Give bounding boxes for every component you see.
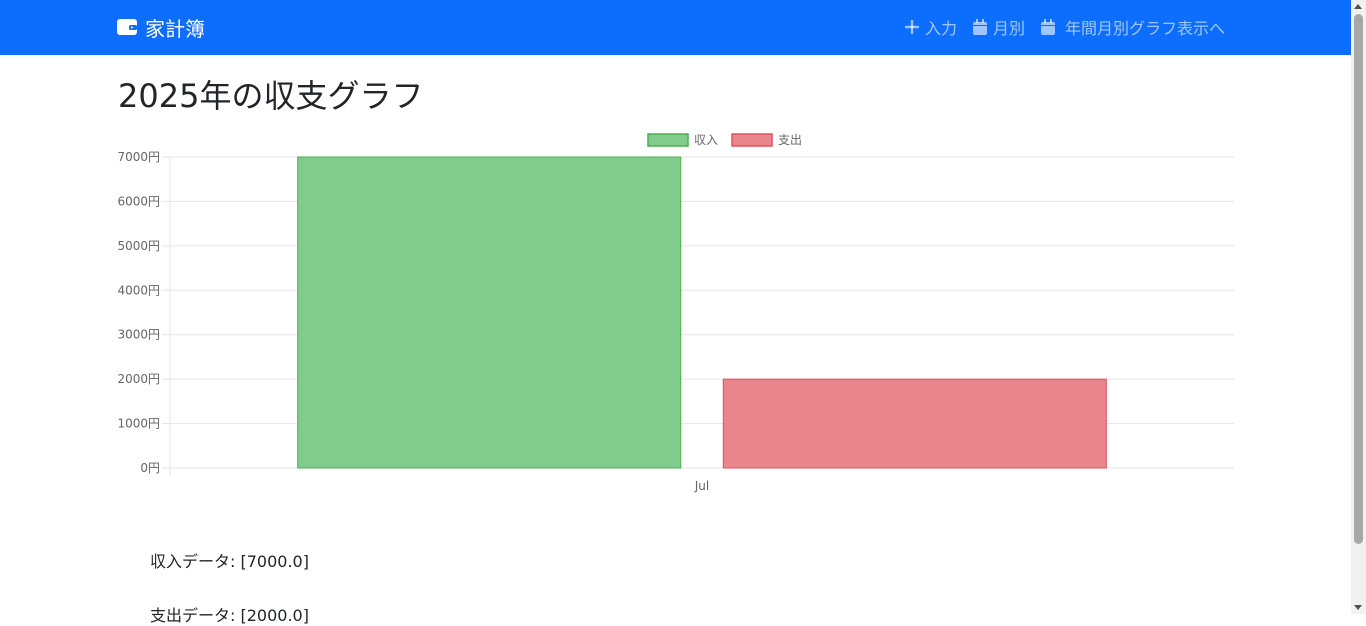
wallet-icon [117, 19, 137, 35]
y-tick-label: 2000円 [117, 372, 160, 386]
nav-monthly-link[interactable]: 月別 [972, 15, 1025, 39]
nav-input-label: 入力 [924, 19, 957, 38]
y-tick-label: 0円 [140, 461, 160, 475]
expense-data-text: 支出データ: [2000.0] [150, 606, 309, 625]
y-tick-label: 6000円 [117, 194, 160, 208]
y-tick-label: 7000円 [117, 150, 160, 164]
legend-swatch [647, 133, 689, 147]
nav-menu: 入力 月別 年間月別グラフ表示へ [904, 15, 1225, 39]
income-data-text: 収入データ: [7000.0] [150, 552, 309, 571]
nav-yearly-graph-label: 年間月別グラフ表示へ [1064, 19, 1225, 38]
page-title: 2025年の収支グラフ [118, 77, 424, 115]
navbar: 家計簿 入力 月別 年間月別グラフ表示へ [0, 0, 1351, 55]
scroll-up-arrow-icon[interactable] [1354, 4, 1362, 9]
legend-label: 収入 [694, 133, 718, 147]
calendar-icon [972, 19, 987, 35]
brand-link[interactable]: 家計簿 [117, 13, 205, 41]
legend-swatch [731, 133, 773, 147]
nav-yearly-graph-link[interactable]: 年間月別グラフ表示へ [1040, 15, 1225, 39]
scroll-down-arrow-icon[interactable] [1354, 605, 1362, 610]
nav-monthly-label: 月別 [992, 19, 1025, 38]
bar-income [297, 156, 682, 469]
x-tick-label: Jul [694, 479, 709, 493]
y-tick-label: 3000円 [117, 328, 160, 342]
brand-title: 家計簿 [145, 16, 205, 41]
plus-icon [904, 20, 919, 34]
calendar-icon [1040, 19, 1055, 35]
bar-expense [722, 378, 1107, 469]
scrollbar-thumb[interactable] [1354, 14, 1363, 544]
y-tick-label: 5000円 [117, 239, 160, 253]
income-expense-chart: 0円 1000円 2000円 3000円 4000円 5000円 6000円 7000円 Jul… [117, 133, 1234, 493]
nav-input-link[interactable]: 入力 [904, 15, 957, 39]
y-tick-label: 1000円 [117, 417, 160, 431]
legend-label: 支出 [778, 133, 802, 147]
y-tick-label: 4000円 [117, 283, 160, 297]
vertical-scrollbar[interactable] [1351, 0, 1366, 614]
